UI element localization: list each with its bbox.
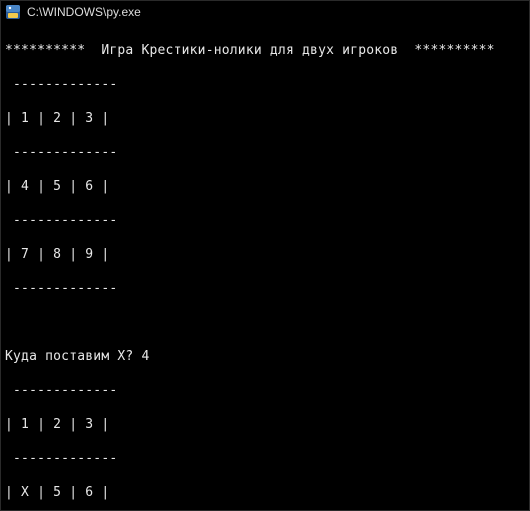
divider: ------------- (5, 450, 525, 467)
divider: ------------- (5, 76, 525, 93)
title-text: C:\WINDOWS\py.exe (27, 5, 141, 19)
board-row: | 7 | 8 | 9 | (5, 246, 525, 263)
board-row: | 1 | 2 | 3 | (5, 416, 525, 433)
divider: ------------- (5, 280, 525, 297)
titlebar[interactable]: C:\WINDOWS\py.exe (1, 1, 529, 23)
board-row: | 4 | 5 | 6 | (5, 178, 525, 195)
user-input: 4 (141, 349, 149, 364)
blank-line (5, 314, 525, 331)
banner-line: ********** Игра Крестики-нолики для двух… (5, 42, 525, 59)
board-row: | 1 | 2 | 3 | (5, 110, 525, 127)
board-row: | X | 5 | 6 | (5, 484, 525, 501)
prompt-line: Куда поставим X? 4 (5, 348, 525, 365)
divider: ------------- (5, 212, 525, 229)
console-output[interactable]: ********** Игра Крестики-нолики для двух… (1, 23, 529, 510)
app-icon (5, 4, 21, 20)
divider: ------------- (5, 144, 525, 161)
console-window: C:\WINDOWS\py.exe ********** Игра Крести… (0, 0, 530, 511)
divider: ------------- (5, 382, 525, 399)
